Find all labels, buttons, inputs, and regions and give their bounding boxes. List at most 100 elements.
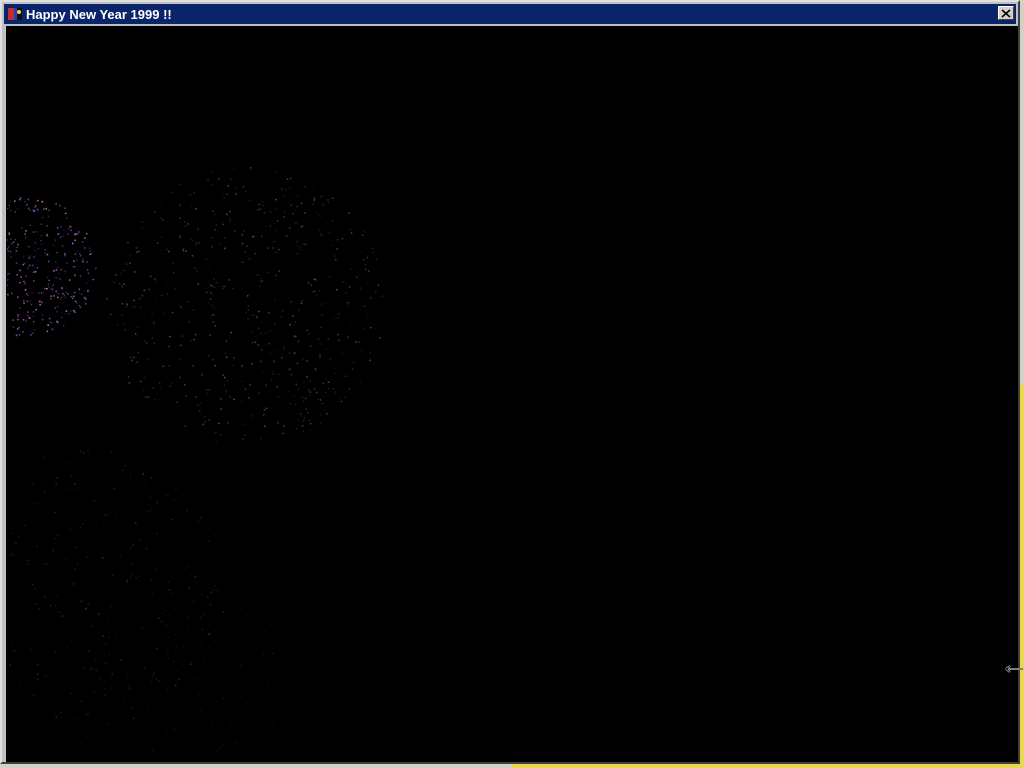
firework-particle xyxy=(146,548,148,550)
firework-particle xyxy=(223,237,226,239)
firework-particle xyxy=(169,642,171,644)
firework-particle xyxy=(37,248,40,250)
firework-particle xyxy=(138,575,140,577)
firework-particle xyxy=(223,581,225,583)
title-bar[interactable]: Happy New Year 1999 !! xyxy=(4,4,1016,24)
firework-particle xyxy=(150,275,152,278)
firework-particle xyxy=(44,490,46,493)
firework-particle xyxy=(229,210,231,213)
firework-particle xyxy=(46,225,48,227)
firework-particle xyxy=(366,316,369,319)
firework-particle xyxy=(54,239,56,241)
firework-particle xyxy=(220,721,223,723)
firework-particle xyxy=(167,636,170,638)
firework-particle xyxy=(108,636,110,638)
firework-particle xyxy=(50,321,52,324)
firework-particle xyxy=(348,212,350,214)
firework-particle xyxy=(287,391,289,393)
firework-particle xyxy=(24,233,26,235)
firework-particle xyxy=(225,340,228,342)
firework-particle xyxy=(33,210,35,213)
firework-particle xyxy=(244,388,247,390)
firework-particle xyxy=(73,274,76,276)
firework-particle xyxy=(73,266,75,268)
firework-particle xyxy=(158,680,160,682)
firework-particle xyxy=(242,438,244,440)
firework-particle xyxy=(347,336,350,338)
firework-particle xyxy=(41,200,43,203)
firework-particle xyxy=(209,266,211,268)
firework-particle xyxy=(7,250,9,252)
firework-particle xyxy=(72,297,74,300)
firework-particle xyxy=(256,274,259,276)
firework-particle xyxy=(54,511,56,514)
window-title: Happy New Year 1999 !! xyxy=(26,6,172,22)
firework-particle xyxy=(180,344,182,347)
firework-particle xyxy=(168,345,170,348)
firework-particle xyxy=(335,258,337,261)
firework-particle xyxy=(264,672,266,675)
firework-particle xyxy=(229,219,231,221)
firework-particle xyxy=(192,365,194,367)
firework-particle xyxy=(84,237,86,239)
firework-particle xyxy=(112,692,115,694)
firework-particle xyxy=(288,352,290,354)
firework-particle xyxy=(79,275,82,277)
firework-particle xyxy=(85,608,87,610)
firework-particle xyxy=(94,659,97,661)
firework-particle xyxy=(227,422,230,424)
firework-particle xyxy=(237,690,239,692)
firework-particle xyxy=(69,621,72,623)
firework-particle xyxy=(366,256,369,259)
firework-particle xyxy=(28,255,31,257)
firework-particle xyxy=(156,242,159,244)
firework-particle xyxy=(296,205,298,208)
firework-particle xyxy=(297,340,299,343)
firework-particle xyxy=(260,333,262,335)
app-icon[interactable] xyxy=(7,6,23,22)
firework-particle xyxy=(151,337,154,340)
firework-particle xyxy=(365,268,367,270)
firework-particle xyxy=(77,250,79,252)
firework-particle xyxy=(239,740,242,743)
firework-particle xyxy=(12,319,14,321)
firework-particle xyxy=(338,313,340,315)
firework-particle xyxy=(298,248,301,251)
firework-particle xyxy=(201,673,204,675)
fireworks-canvas[interactable] xyxy=(6,26,1018,762)
firework-particle xyxy=(169,385,172,387)
firework-particle xyxy=(210,285,213,287)
firework-particle xyxy=(30,303,33,306)
firework-particle xyxy=(234,733,237,735)
firework-particle xyxy=(36,545,38,548)
firework-particle xyxy=(244,618,247,620)
firework-particle xyxy=(296,362,299,365)
firework-particle xyxy=(57,611,60,613)
firework-particle xyxy=(227,642,230,645)
firework-particle xyxy=(316,212,318,214)
firework-particle xyxy=(127,376,130,378)
firework-particle xyxy=(17,535,20,537)
firework-particle xyxy=(73,309,75,312)
firework-particle xyxy=(17,625,19,628)
firework-particle xyxy=(136,361,139,363)
firework-particle xyxy=(57,292,59,295)
firework-particle xyxy=(179,358,182,360)
firework-particle xyxy=(194,333,197,336)
firework-particle xyxy=(322,382,324,384)
firework-particle xyxy=(245,189,248,191)
close-button[interactable] xyxy=(998,6,1014,20)
firework-particle xyxy=(316,391,318,394)
firework-particle xyxy=(67,293,69,295)
firework-particle xyxy=(184,225,187,227)
firework-particle xyxy=(245,311,247,314)
firework-particle xyxy=(131,587,133,589)
firework-particle xyxy=(85,714,87,716)
firework-particle xyxy=(46,234,48,236)
firework-particle xyxy=(254,341,257,343)
firework-particle xyxy=(19,482,22,484)
firework-particle xyxy=(201,645,203,647)
firework-particle xyxy=(309,419,311,421)
firework-particle xyxy=(178,678,180,681)
firework-particle xyxy=(108,723,110,726)
